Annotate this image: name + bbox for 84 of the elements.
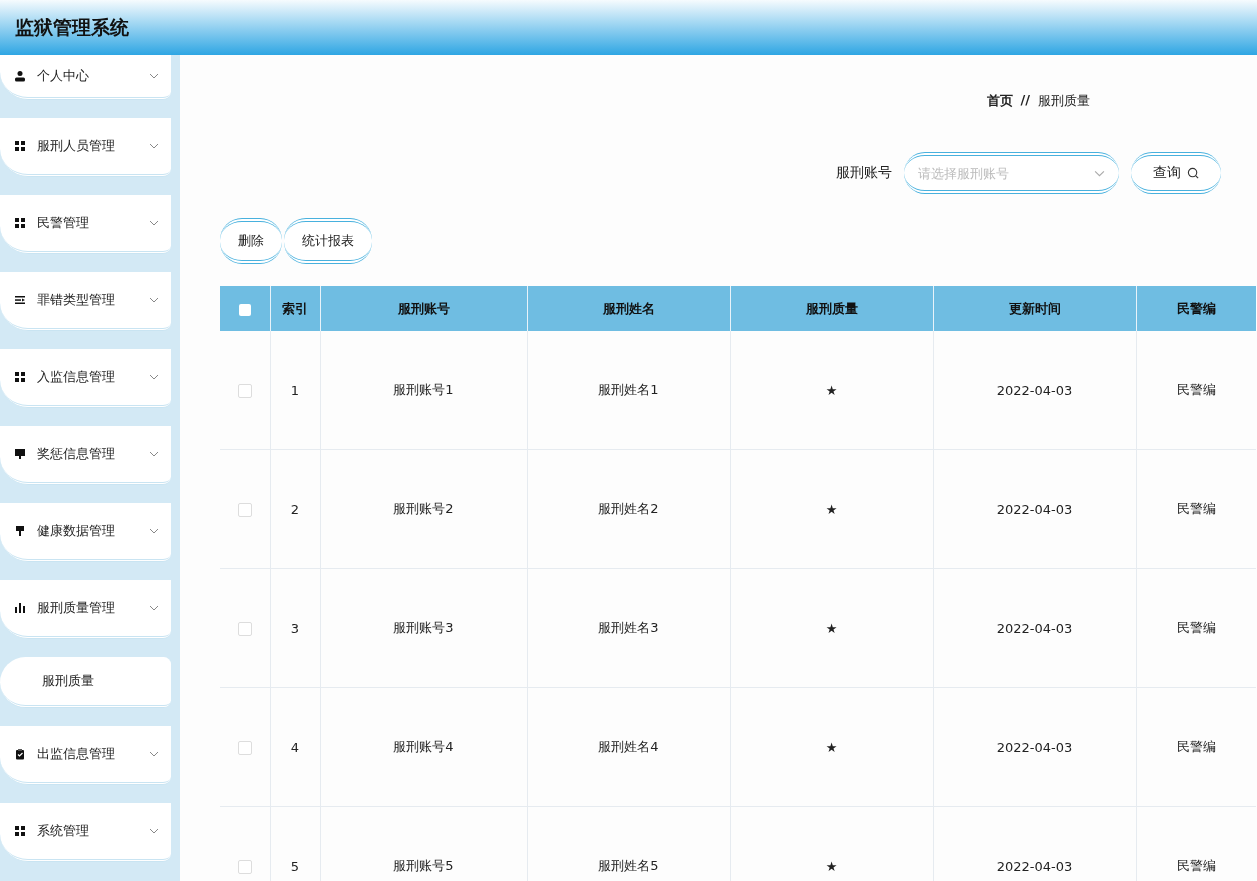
chevron-down-icon bbox=[1094, 170, 1105, 177]
table-cell: 2022-04-03 bbox=[933, 687, 1136, 807]
submenu-item[interactable]: 服刑质量 bbox=[0, 657, 171, 708]
search-icon bbox=[1186, 166, 1200, 180]
grid-icon bbox=[14, 217, 26, 229]
table-cell: 服刑姓名3 bbox=[527, 568, 730, 688]
menu-item[interactable]: 民警管理 bbox=[0, 195, 171, 254]
chevron-down-icon bbox=[149, 143, 159, 149]
account-select[interactable]: 请选择服刑账号 bbox=[904, 152, 1119, 194]
grid-icon bbox=[14, 140, 26, 152]
table-cell: 2022-04-03 bbox=[933, 449, 1136, 569]
column-header: 服刑姓名 bbox=[527, 286, 730, 331]
chevron-down-icon bbox=[149, 374, 159, 380]
row-checkbox[interactable] bbox=[237, 502, 252, 517]
table-cell: 服刑账号4 bbox=[320, 687, 527, 807]
action-button[interactable]: 统计报表 bbox=[284, 218, 372, 264]
table-cell: 1 bbox=[270, 331, 320, 450]
search-label: 服刑账号 bbox=[836, 164, 892, 182]
table-cell: 服刑姓名1 bbox=[527, 331, 730, 450]
menu-item[interactable]: 个人中心 bbox=[0, 55, 171, 100]
table-cell: 民警编 bbox=[1136, 568, 1256, 688]
chevron-down-icon bbox=[149, 828, 159, 834]
row-checkbox[interactable] bbox=[237, 740, 252, 755]
menu-item[interactable]: 罪错类型管理 bbox=[0, 272, 171, 331]
breadcrumb-current: 服刑质量 bbox=[1038, 92, 1090, 110]
table-cell: 民警编 bbox=[1136, 806, 1256, 881]
action-button[interactable]: 删除 bbox=[220, 218, 282, 264]
app-title: 监狱管理系统 bbox=[15, 14, 129, 40]
chevron-down-icon bbox=[149, 220, 159, 226]
chevron-down-icon bbox=[149, 73, 159, 79]
table-cell: 4 bbox=[270, 687, 320, 807]
chevron-down-icon bbox=[149, 528, 159, 534]
row-checkbox[interactable] bbox=[237, 859, 252, 874]
chevron-down-icon bbox=[149, 751, 159, 757]
select-all-checkbox[interactable] bbox=[238, 303, 251, 316]
column-header: 民警编 bbox=[1136, 286, 1256, 331]
table-cell: ★ bbox=[730, 568, 933, 688]
breadcrumb-separator: // bbox=[1020, 92, 1030, 109]
table-cell: 民警编 bbox=[1136, 331, 1256, 450]
clipboard-icon bbox=[14, 748, 26, 760]
table-cell: 服刑账号2 bbox=[320, 449, 527, 569]
column-header: 更新时间 bbox=[933, 286, 1136, 331]
menu-item[interactable]: 服刑人员管理 bbox=[0, 118, 171, 177]
list-icon bbox=[14, 294, 26, 306]
menu-item[interactable]: 奖惩信息管理 bbox=[0, 426, 171, 485]
table-cell: ★ bbox=[730, 806, 933, 881]
table-cell: 服刑姓名5 bbox=[527, 806, 730, 881]
column-header: 索引 bbox=[270, 286, 320, 331]
grid-icon bbox=[14, 825, 26, 837]
chevron-down-icon bbox=[149, 451, 159, 457]
menu-item[interactable]: 入监信息管理 bbox=[0, 349, 171, 408]
table-cell: ★ bbox=[730, 331, 933, 450]
chevron-down-icon bbox=[149, 605, 159, 611]
menu-item[interactable]: 服刑质量管理 bbox=[0, 580, 171, 639]
column-header: 服刑账号 bbox=[320, 286, 527, 331]
bar-chart-icon bbox=[14, 602, 26, 614]
table-cell: 2022-04-03 bbox=[933, 331, 1136, 450]
table-cell: 服刑账号3 bbox=[320, 568, 527, 688]
table-cell: 3 bbox=[270, 568, 320, 688]
grid-icon bbox=[14, 371, 26, 383]
chevron-down-icon bbox=[149, 297, 159, 303]
monitor-icon bbox=[14, 448, 26, 460]
search-button[interactable]: 查询 bbox=[1131, 152, 1221, 194]
table-cell: ★ bbox=[730, 687, 933, 807]
stand-icon bbox=[14, 525, 26, 537]
table-cell: 2022-04-03 bbox=[933, 806, 1136, 881]
table-cell: 5 bbox=[270, 806, 320, 881]
table-cell: 服刑账号5 bbox=[320, 806, 527, 881]
menu-item[interactable]: 系统管理 bbox=[0, 803, 171, 862]
row-checkbox[interactable] bbox=[237, 383, 252, 398]
table-cell: 服刑姓名2 bbox=[527, 449, 730, 569]
table-cell: 民警编 bbox=[1136, 449, 1256, 569]
table-cell: 服刑账号1 bbox=[320, 331, 527, 450]
table-cell: 2 bbox=[270, 449, 320, 569]
table-cell: 民警编 bbox=[1136, 687, 1256, 807]
menu-item[interactable]: 健康数据管理 bbox=[0, 503, 171, 562]
column-header: 服刑质量 bbox=[730, 286, 933, 331]
table-cell: ★ bbox=[730, 449, 933, 569]
table-cell: 服刑姓名4 bbox=[527, 687, 730, 807]
table-cell: 2022-04-03 bbox=[933, 568, 1136, 688]
menu-item[interactable]: 出监信息管理 bbox=[0, 726, 171, 785]
person-icon bbox=[14, 70, 26, 82]
row-checkbox[interactable] bbox=[237, 621, 252, 636]
breadcrumb-home[interactable]: 首页 bbox=[986, 92, 1013, 110]
